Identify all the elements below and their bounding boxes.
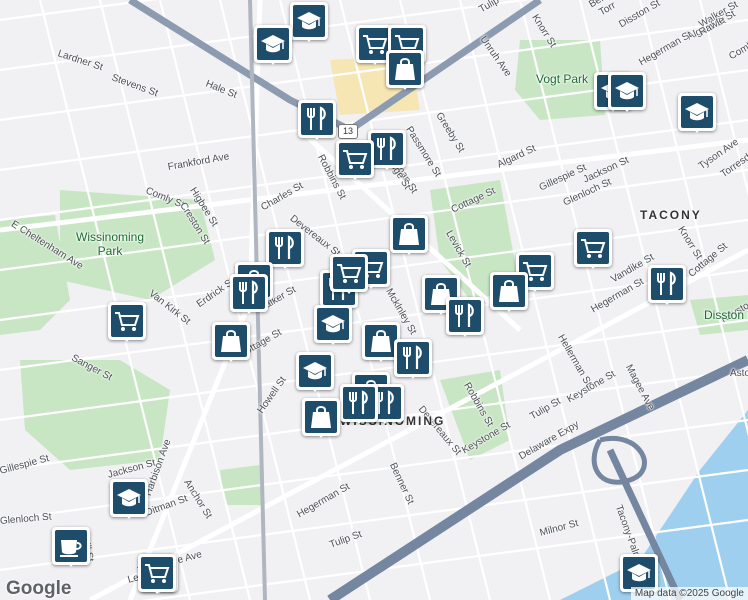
poi-marker-restaurant[interactable] — [298, 100, 336, 146]
restaurant-icon — [307, 106, 326, 130]
cafe-icon — [60, 540, 82, 557]
poi-marker-restaurant[interactable] — [446, 297, 484, 343]
school-icon — [685, 103, 709, 121]
grocery-icon — [343, 150, 368, 169]
grocery-icon — [581, 239, 606, 258]
poi-marker-restaurant[interactable] — [648, 265, 686, 311]
wissinoming-park-label: Wissinoming Park — [76, 230, 145, 258]
tacony-label: TACONY — [640, 208, 702, 222]
poi-marker-school[interactable] — [296, 352, 334, 398]
grocery-icon — [363, 35, 388, 54]
school-icon — [303, 362, 327, 380]
school-icon — [297, 12, 321, 30]
poi-marker-restaurant[interactable] — [340, 384, 378, 430]
poi-marker-grocery[interactable] — [138, 554, 176, 600]
restaurant-icon — [349, 390, 368, 414]
disston-label: Disston P — [704, 308, 748, 322]
poi-marker-shopping[interactable] — [390, 215, 428, 261]
route-13-shield: 13 — [338, 124, 358, 139]
restaurant-icon — [377, 136, 396, 160]
school-icon — [627, 564, 651, 582]
restaurant-icon — [455, 303, 474, 327]
street-label: Aston — [730, 368, 748, 379]
grocery-icon — [145, 564, 170, 583]
shopping-icon — [311, 406, 331, 428]
poi-marker-grocery[interactable] — [336, 140, 374, 186]
grocery-icon — [115, 312, 140, 331]
poi-marker-restaurant[interactable] — [394, 339, 432, 385]
restaurant-icon — [275, 235, 294, 259]
grocery-icon — [337, 264, 362, 283]
vogt-park-label: Vogt Park — [536, 72, 589, 86]
map-canvas[interactable]: 13 Robbins StLevick StMagee AveLardner S… — [0, 0, 748, 600]
school-icon — [117, 489, 141, 507]
poi-marker-grocery[interactable] — [108, 302, 146, 348]
poi-marker-school[interactable] — [290, 2, 328, 48]
shopping-icon — [499, 280, 519, 302]
poi-marker-shopping[interactable] — [386, 50, 424, 96]
poi-marker-shopping[interactable] — [212, 322, 250, 368]
poi-marker-school[interactable] — [254, 25, 292, 71]
google-logo: Google — [6, 578, 72, 599]
restaurant-icon — [403, 345, 422, 369]
poi-marker-shopping[interactable] — [490, 272, 528, 318]
restaurant-icon — [239, 280, 258, 304]
poi-marker-grocery[interactable] — [330, 254, 368, 300]
school-icon — [321, 315, 345, 333]
restaurant-icon — [657, 271, 676, 295]
poi-marker-grocery[interactable] — [574, 229, 612, 275]
map-attribution[interactable]: Map data ©2025 Google — [630, 587, 748, 600]
shopping-icon — [399, 223, 419, 245]
poi-marker-school[interactable] — [678, 93, 716, 139]
poi-marker-cafe[interactable] — [52, 527, 90, 573]
poi-marker-school[interactable] — [608, 72, 646, 118]
school-icon — [261, 35, 285, 53]
poi-marker-shopping[interactable] — [302, 398, 340, 444]
poi-marker-school[interactable] — [314, 305, 352, 351]
shopping-icon — [221, 330, 241, 352]
poi-marker-school[interactable] — [110, 479, 148, 525]
school-icon — [615, 82, 639, 100]
shopping-icon — [371, 330, 391, 352]
shopping-icon — [395, 58, 415, 80]
poi-marker-restaurant[interactable] — [230, 274, 268, 320]
